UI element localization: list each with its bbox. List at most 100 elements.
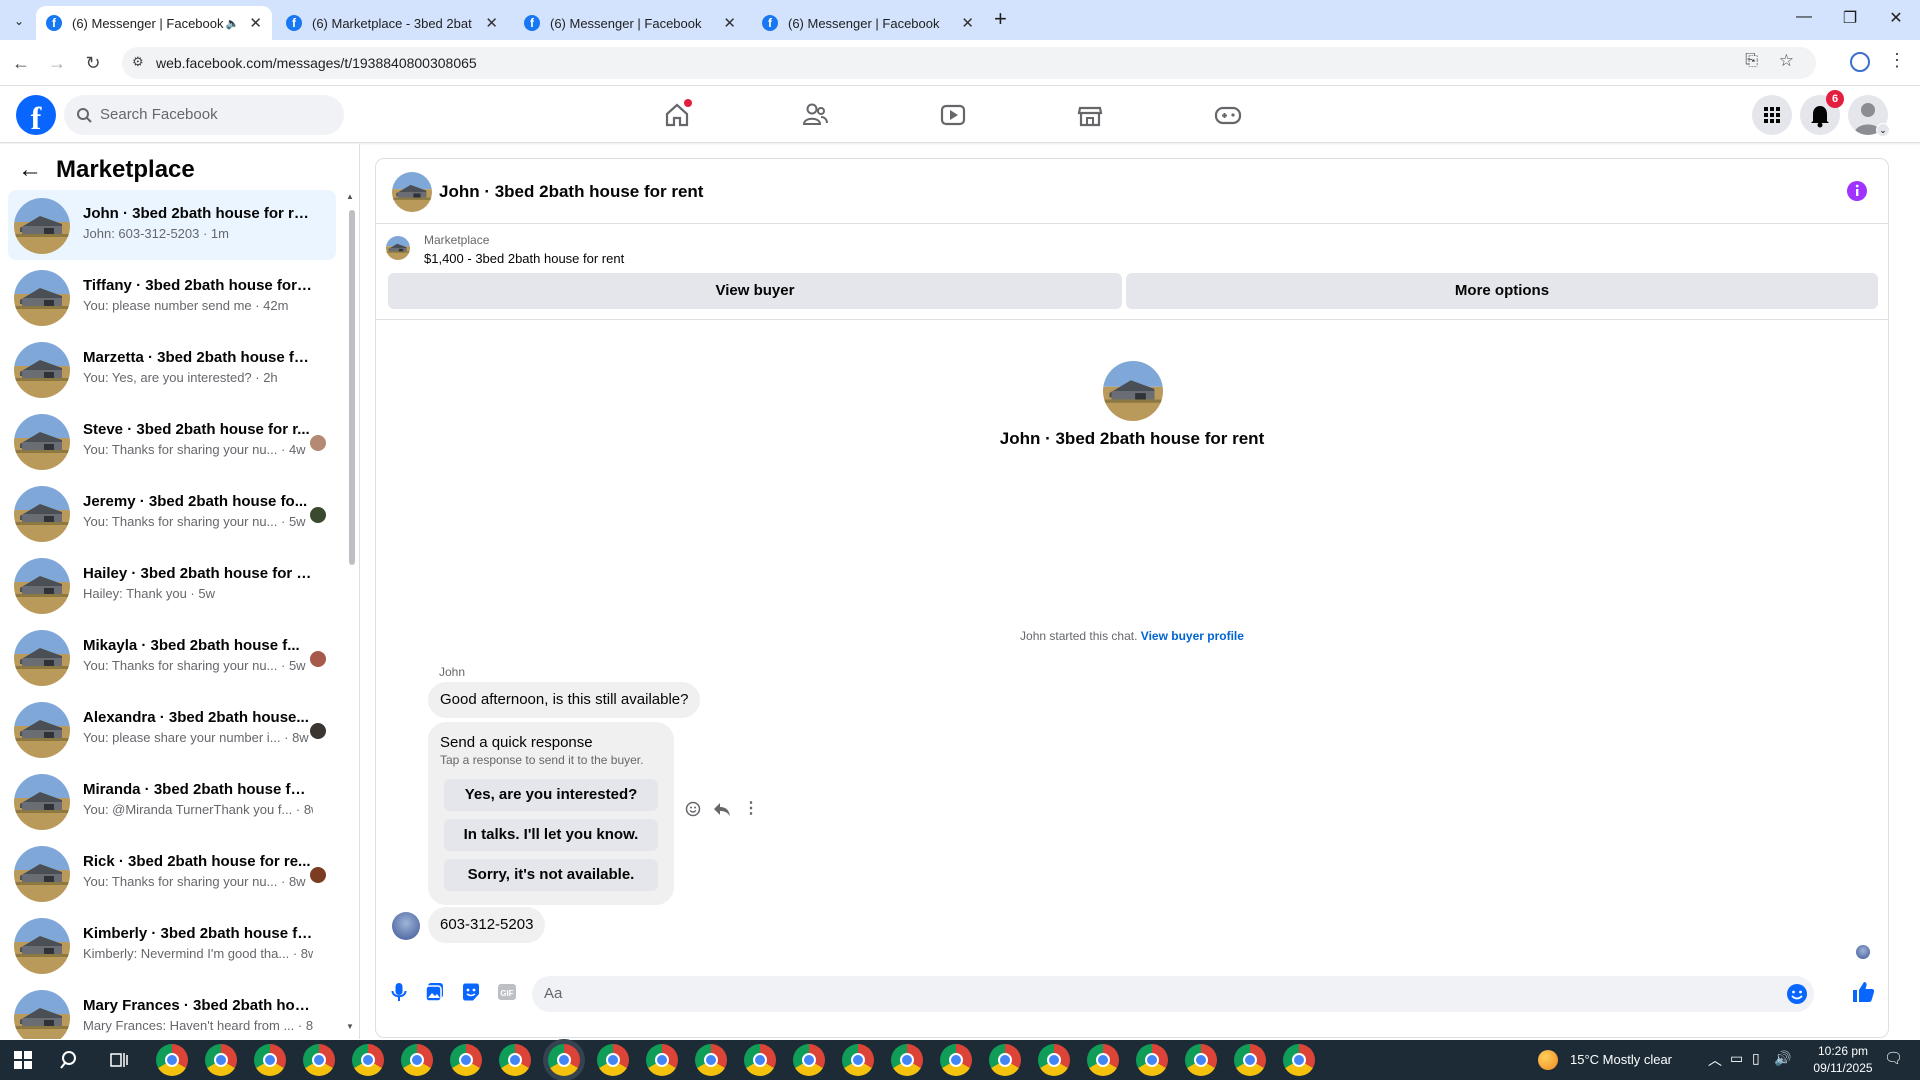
chrome-taskbar-icon[interactable] <box>597 1044 629 1076</box>
chrome-taskbar-icon[interactable] <box>842 1044 874 1076</box>
chrome-taskbar-icon[interactable] <box>401 1044 433 1076</box>
back-arrow-icon[interactable]: ← <box>18 156 42 184</box>
url-text[interactable]: web.facebook.com/messages/t/193884080030… <box>156 55 477 71</box>
quick-response-button[interactable]: In talks. I'll let you know. <box>444 819 658 851</box>
chat-title[interactable]: John · 3bed 2bath house for rent <box>439 182 703 202</box>
browser-menu-icon[interactable]: ⋮ <box>1888 50 1906 71</box>
view-buyer-profile-link[interactable]: View buyer profile <box>1141 629 1244 643</box>
conversation-item[interactable]: Miranda · 3bed 2bath house for ... You: @… <box>8 766 336 836</box>
message-bubble[interactable]: 603-312-5203 <box>428 907 546 943</box>
conversation-item[interactable]: Steve · 3bed 2bath house for r... You: Th… <box>8 406 336 476</box>
task-view-icon[interactable] <box>110 1051 128 1069</box>
reply-icon[interactable] <box>713 801 731 817</box>
clock-date[interactable]: 09/11/2025 <box>1808 1061 1878 1075</box>
conversation-item[interactable]: Mikayla · 3bed 2bath house f... You: Than… <box>8 622 336 692</box>
conversation-item[interactable]: Marzetta · 3bed 2bath house for... You: Y… <box>8 334 336 404</box>
microphone-icon[interactable] <box>388 981 410 1003</box>
close-tab-icon[interactable]: ✕ <box>485 14 498 32</box>
close-tab-icon[interactable]: ✕ <box>723 14 736 32</box>
friends-icon[interactable] <box>795 95 835 135</box>
chrome-taskbar-icon[interactable] <box>1234 1044 1266 1076</box>
sidebar-scroll-thumb[interactable] <box>349 210 355 565</box>
chrome-taskbar-icon[interactable] <box>499 1044 531 1076</box>
scroll-down-arrow-icon[interactable]: ▼ <box>346 1022 354 1031</box>
close-tab-icon[interactable]: ✕ <box>249 14 262 32</box>
view-buyer-button[interactable]: View buyer <box>388 273 1122 309</box>
marketplace-icon[interactable] <box>1070 95 1110 135</box>
tab-search-icon[interactable]: ⌄ <box>8 10 30 32</box>
account-chevron-icon[interactable]: ⌄ <box>1876 123 1890 137</box>
taskbar-search-icon[interactable] <box>60 1050 80 1070</box>
photo-icon[interactable] <box>424 981 446 1003</box>
profile-avatar[interactable] <box>1103 361 1163 421</box>
quick-response-button[interactable]: Sorry, it's not available. <box>444 859 658 891</box>
conversation-item[interactable]: Alexandra · 3bed 2bath house... You: plea… <box>8 694 336 764</box>
chrome-taskbar-icon[interactable] <box>254 1044 286 1076</box>
emoji-icon[interactable] <box>1786 983 1808 1005</box>
chrome-taskbar-icon[interactable] <box>450 1044 482 1076</box>
clock-time[interactable]: 10:26 pm <box>1808 1044 1878 1058</box>
gaming-icon[interactable] <box>1208 95 1248 135</box>
chrome-taskbar-icon[interactable] <box>303 1044 335 1076</box>
battery-icon[interactable]: ▯ <box>1752 1050 1760 1067</box>
speaker-icon[interactable]: 🔈 <box>226 17 240 30</box>
conversation-item[interactable]: Mary Frances · 3bed 2bath hous... Mary Fr… <box>8 982 336 1039</box>
conversation-item[interactable]: Tiffany · 3bed 2bath house for r... You: … <box>8 262 336 332</box>
chrome-taskbar-icon[interactable] <box>695 1044 727 1076</box>
reload-icon[interactable]: ↻ <box>80 50 106 76</box>
chrome-taskbar-icon[interactable] <box>352 1044 384 1076</box>
sticker-icon[interactable] <box>460 981 482 1003</box>
chrome-taskbar-icon[interactable] <box>940 1044 972 1076</box>
home-icon[interactable] <box>657 95 697 135</box>
chrome-taskbar-icon[interactable] <box>989 1044 1021 1076</box>
browser-tab-2[interactable]: f (6) Marketplace - 3bed 2bath h ✕ <box>276 6 508 40</box>
like-icon[interactable] <box>1850 979 1876 1005</box>
minimize-icon[interactable]: — <box>1784 8 1824 26</box>
install-app-icon[interactable]: ⎘ <box>1745 52 1758 70</box>
weather-text[interactable]: 15°C Mostly clear <box>1570 1052 1672 1067</box>
chrome-taskbar-icon[interactable] <box>793 1044 825 1076</box>
back-icon[interactable]: ← <box>8 50 34 76</box>
forward-icon[interactable]: → <box>44 50 70 76</box>
browser-tab-3[interactable]: f (6) Messenger | Facebook ✕ <box>514 6 746 40</box>
close-window-icon[interactable]: ✕ <box>1876 8 1916 28</box>
conversation-item[interactable]: Kimberly · 3bed 2bath house for... Kimber… <box>8 910 336 980</box>
message-input[interactable]: Aa <box>532 976 1814 1012</box>
browser-tab-4[interactable]: f (6) Messenger | Facebook ✕ <box>752 6 984 40</box>
search-input[interactable]: Search Facebook <box>64 95 344 135</box>
gif-icon[interactable]: GIF <box>496 981 518 1003</box>
sender-avatar[interactable] <box>392 912 420 940</box>
conversation-item[interactable]: Rick · 3bed 2bath house for re... You: Th… <box>8 838 336 908</box>
more-options-button[interactable]: More options <box>1126 273 1878 309</box>
facebook-logo-icon[interactable]: f <box>16 95 56 136</box>
browser-tab-1[interactable]: f (6) Messenger | Facebook 🔈 ✕ <box>36 6 272 40</box>
conversation-item[interactable]: John · 3bed 2bath house for rent John: 60… <box>8 190 336 260</box>
react-emoji-icon[interactable] <box>685 801 701 817</box>
chrome-taskbar-icon[interactable] <box>891 1044 923 1076</box>
chrome-taskbar-icon[interactable] <box>1283 1044 1315 1076</box>
scroll-up-arrow-icon[interactable]: ▲ <box>346 192 354 201</box>
message-bubble[interactable]: Good afternoon, is this still available? <box>428 682 701 718</box>
conversation-item[interactable]: Jeremy · 3bed 2bath house fo... You: Than… <box>8 478 336 548</box>
chrome-taskbar-icon[interactable] <box>156 1044 188 1076</box>
tray-chevron-icon[interactable]: ︿ <box>1708 1050 1722 1070</box>
bookmark-star-icon[interactable]: ☆ <box>1779 51 1794 71</box>
chrome-taskbar-icon[interactable] <box>1136 1044 1168 1076</box>
chrome-taskbar-icon[interactable] <box>744 1044 776 1076</box>
chrome-taskbar-icon[interactable] <box>1185 1044 1217 1076</box>
menu-grid-button[interactable] <box>1752 95 1792 135</box>
notification-center-icon[interactable]: 🗨 <box>1884 1049 1903 1067</box>
listing-thumbnail[interactable] <box>386 236 410 260</box>
chrome-taskbar-icon[interactable] <box>548 1044 580 1076</box>
address-bar[interactable]: ⚙ web.facebook.com/messages/t/1938840800… <box>122 47 1816 79</box>
profile-icon[interactable] <box>1850 52 1870 72</box>
video-icon[interactable] <box>933 95 973 135</box>
network-icon[interactable]: ▭ <box>1730 1050 1743 1067</box>
close-tab-icon[interactable]: ✕ <box>961 14 974 32</box>
restore-icon[interactable]: ❐ <box>1830 8 1870 28</box>
chrome-taskbar-icon[interactable] <box>205 1044 237 1076</box>
info-icon[interactable] <box>1846 180 1868 202</box>
chrome-taskbar-icon[interactable] <box>646 1044 678 1076</box>
quick-response-button[interactable]: Yes, are you interested? <box>444 779 658 811</box>
listing-title[interactable]: $1,400 - 3bed 2bath house for rent <box>424 251 624 266</box>
